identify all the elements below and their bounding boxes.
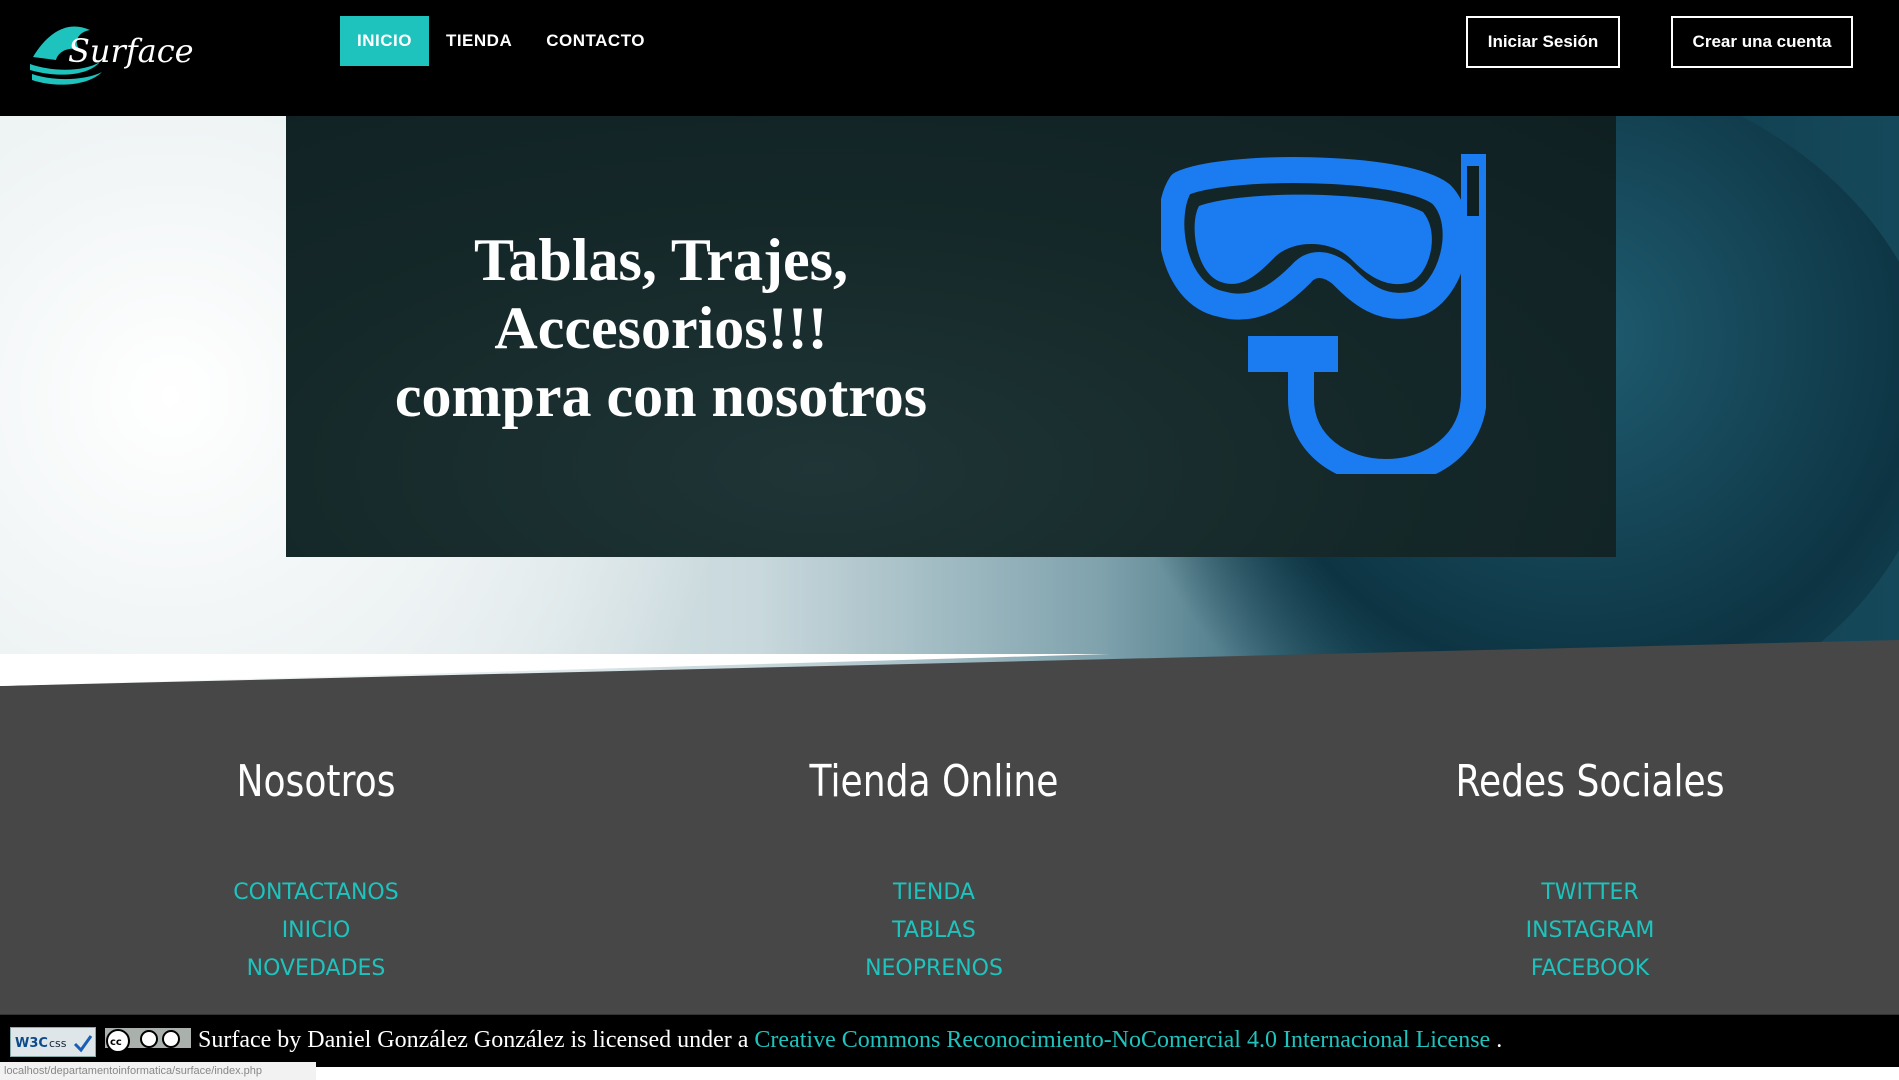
- nav-contacto[interactable]: CONTACTO: [529, 16, 662, 66]
- footer-column-redes-sociales: Redes Sociales TWITTER INSTAGRAM FACEBOO…: [1390, 756, 1790, 988]
- surface-logo[interactable]: Surface: [28, 12, 194, 88]
- svg-text:css: css: [49, 1037, 67, 1050]
- license-prefix: Surface by Daniel González González is l…: [198, 1027, 755, 1053]
- footer-link-facebook[interactable]: FACEBOOK: [1390, 950, 1790, 988]
- hero-title-line-2: compra con nosotros: [394, 363, 928, 429]
- hero-title-line-1: Tablas, Trajes, Accesorios!!!: [474, 227, 848, 361]
- browser-status-url: localhost/departamentoinformatica/surfac…: [0, 1062, 316, 1080]
- footer-link-inicio[interactable]: INICIO: [116, 912, 516, 950]
- license-link[interactable]: Creative Commons Reconocimiento-NoComerc…: [754, 1027, 1490, 1053]
- footer-link-contactanos[interactable]: CONTACTANOS: [116, 874, 516, 912]
- signup-button[interactable]: Crear una cuenta: [1671, 16, 1853, 68]
- license-bar: W3C css cc Surface by Daniel González Go…: [0, 1014, 1899, 1067]
- hero-title: Tablas, Trajes, Accesorios!!! compra con…: [356, 226, 966, 430]
- footer-slant-divider: [0, 640, 1899, 690]
- footer-column-nosotros: Nosotros CONTACTANOS INICIO NOVEDADES: [116, 756, 516, 988]
- nav-inicio[interactable]: INICIO: [340, 16, 429, 66]
- footer-column-title: Redes Sociales: [1455, 756, 1725, 807]
- footer-link-tienda[interactable]: TIENDA: [734, 874, 1134, 912]
- footer-link-instagram[interactable]: INSTAGRAM: [1390, 912, 1790, 950]
- w3c-css-badge-icon[interactable]: W3C css: [10, 1027, 96, 1057]
- footer-column-title: Tienda Online: [809, 756, 1059, 807]
- site-footer: Nosotros CONTACTANOS INICIO NOVEDADES Ti…: [0, 686, 1899, 1014]
- hero-banner: Tablas, Trajes, Accesorios!!! compra con…: [0, 116, 1899, 686]
- cc-badge-graphic: cc: [105, 1028, 191, 1056]
- footer-column-title: Nosotros: [236, 756, 396, 807]
- login-button[interactable]: Iniciar Sesión: [1466, 16, 1620, 68]
- main-nav: INICIO TIENDA CONTACTO: [340, 16, 662, 66]
- footer-link-novedades[interactable]: NOVEDADES: [116, 950, 516, 988]
- nav-tienda[interactable]: TIENDA: [429, 16, 529, 66]
- svg-text:W3C: W3C: [15, 1036, 48, 1051]
- license-text: Surface by Daniel González González is l…: [198, 1027, 1502, 1054]
- footer-column-tienda-online: Tienda Online TIENDA TABLAS NEOPRENOS: [734, 756, 1134, 988]
- site-header: Surface INICIO TIENDA CONTACTO Iniciar S…: [0, 0, 1899, 116]
- svg-text:cc: cc: [110, 1037, 122, 1048]
- footer-link-tablas[interactable]: TABLAS: [734, 912, 1134, 950]
- hero-panel: Tablas, Trajes, Accesorios!!! compra con…: [286, 116, 1616, 557]
- footer-link-neoprenos[interactable]: NEOPRENOS: [734, 950, 1134, 988]
- snorkel-mask-icon: [1161, 154, 1486, 474]
- logo-text: Surface: [68, 32, 194, 70]
- w3c-css-badge-graphic: W3C css: [11, 1028, 95, 1056]
- footer-link-twitter[interactable]: TWITTER: [1390, 874, 1790, 912]
- cc-license-badge-icon[interactable]: cc: [104, 1027, 192, 1057]
- license-suffix: .: [1496, 1027, 1503, 1053]
